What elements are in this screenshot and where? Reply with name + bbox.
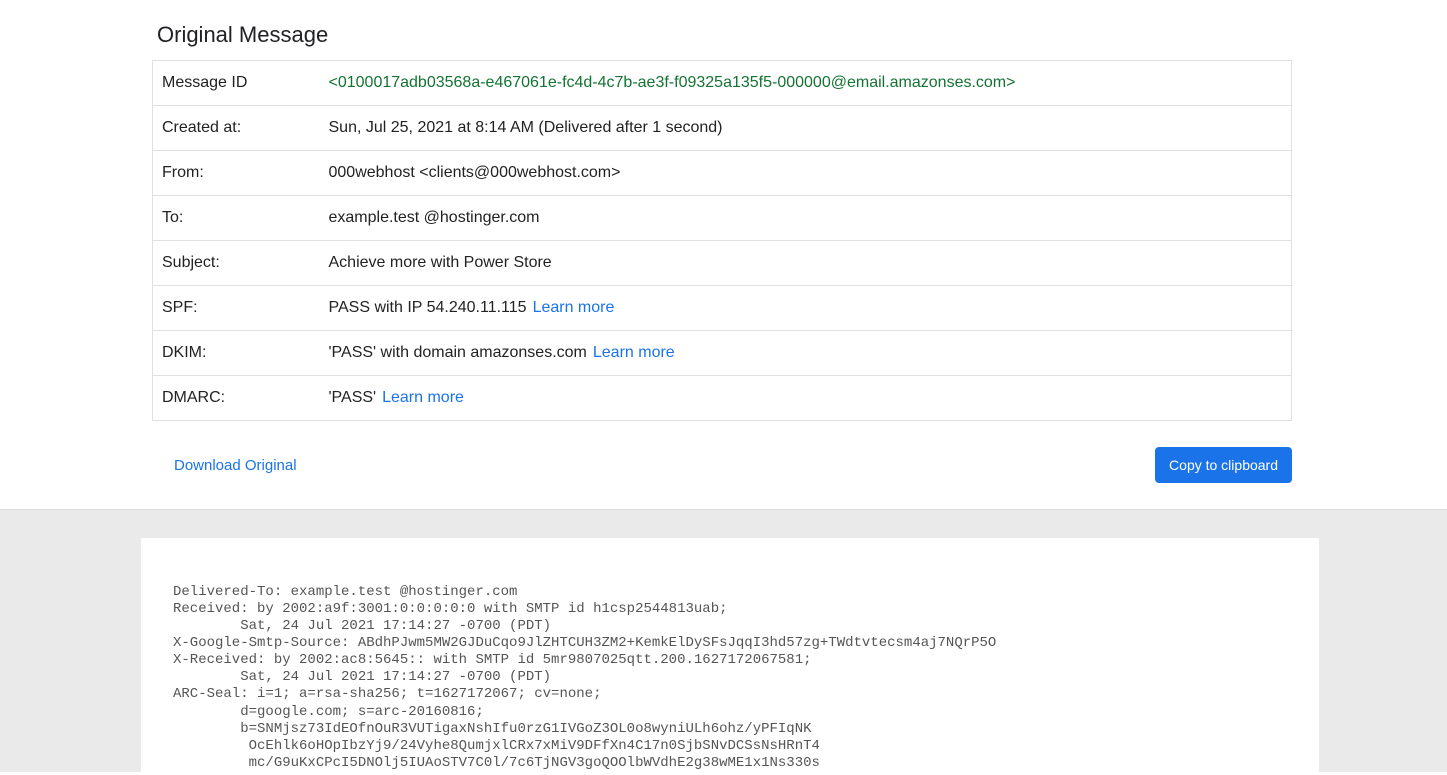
learn-more-dkim[interactable]: Learn more xyxy=(593,344,675,361)
row-subject: Subject: Achieve more with Power Store xyxy=(153,241,1292,286)
row-dmarc: DMARC: 'PASS'Learn more xyxy=(153,376,1292,421)
label-to: To: xyxy=(153,196,320,241)
value-to: example.test @hostinger.com xyxy=(320,196,1292,241)
actions-row: Download Original Copy to clipboard xyxy=(152,421,1292,509)
label-created-at: Created at: xyxy=(153,106,320,151)
row-from: From: 000webhost <clients@000webhost.com… xyxy=(153,151,1292,196)
label-dmarc: DMARC: xyxy=(153,376,320,421)
raw-message-section: Delivered-To: example.test @hostinger.co… xyxy=(0,509,1447,772)
message-headers-table: Message ID <0100017adb03568a-e467061e-fc… xyxy=(152,60,1292,421)
label-spf: SPF: xyxy=(153,286,320,331)
copy-to-clipboard-button[interactable]: Copy to clipboard xyxy=(1155,447,1292,483)
row-dkim: DKIM: 'PASS' with domain amazonses.comLe… xyxy=(153,331,1292,376)
value-subject: Achieve more with Power Store xyxy=(320,241,1292,286)
value-created-at: Sun, Jul 25, 2021 at 8:14 AM (Delivered … xyxy=(320,106,1292,151)
raw-message-card: Delivered-To: example.test @hostinger.co… xyxy=(141,538,1319,772)
row-spf: SPF: PASS with IP 54.240.11.115Learn mor… xyxy=(153,286,1292,331)
row-to: To: example.test @hostinger.com xyxy=(153,196,1292,241)
label-from: From: xyxy=(153,151,320,196)
label-dkim: DKIM: xyxy=(153,331,320,376)
row-created-at: Created at: Sun, Jul 25, 2021 at 8:14 AM… xyxy=(153,106,1292,151)
value-spf: PASS with IP 54.240.11.115Learn more xyxy=(320,286,1292,331)
value-dmarc: 'PASS'Learn more xyxy=(320,376,1292,421)
page-title: Original Message xyxy=(157,22,1292,48)
value-dkim: 'PASS' with domain amazonses.comLearn mo… xyxy=(320,331,1292,376)
download-original-link[interactable]: Download Original xyxy=(174,457,297,474)
raw-message-text: Delivered-To: example.test @hostinger.co… xyxy=(173,584,1287,772)
value-from: 000webhost <clients@000webhost.com> xyxy=(320,151,1292,196)
label-subject: Subject: xyxy=(153,241,320,286)
label-message-id: Message ID xyxy=(153,61,320,106)
row-message-id: Message ID <0100017adb03568a-e467061e-fc… xyxy=(153,61,1292,106)
learn-more-spf[interactable]: Learn more xyxy=(533,299,615,316)
value-message-id: <0100017adb03568a-e467061e-fc4d-4c7b-ae3… xyxy=(320,61,1292,106)
learn-more-dmarc[interactable]: Learn more xyxy=(382,389,464,406)
